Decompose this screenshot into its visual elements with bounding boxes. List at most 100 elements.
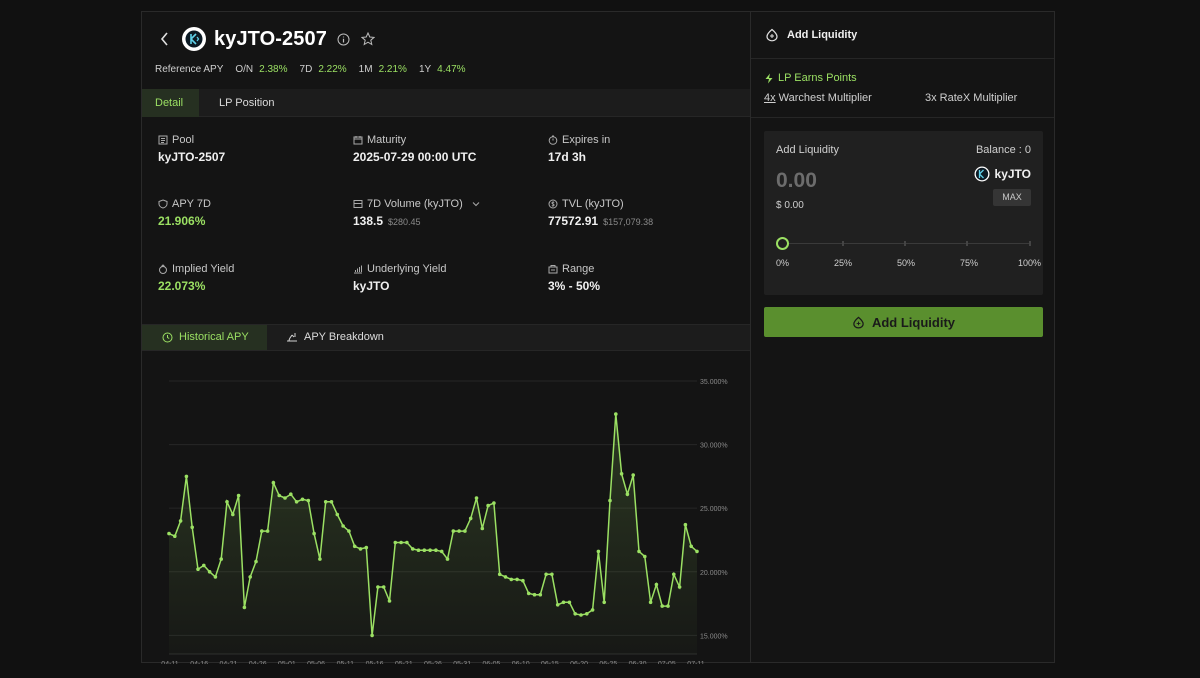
apy-point (422, 548, 427, 552)
apy-point (480, 526, 485, 531)
apy-chart-svg: 35.000% 30.000% 25.000% 20.000% 15.000% 04-11… (161, 379, 728, 668)
x-tick-label: 05-26 (424, 661, 442, 664)
add-liquidity-button[interactable]: Add Liquidity (764, 307, 1043, 337)
apy-point (236, 493, 241, 498)
x-tick-label: 06-30 (629, 661, 647, 664)
max-button[interactable]: MAX (993, 189, 1031, 206)
x-tick-label: 04-11 (161, 661, 178, 664)
y-tick-label: 15.000% (700, 633, 728, 640)
d7-value: 2.22% (318, 64, 347, 75)
apy-point (399, 540, 403, 545)
stat-implied: Implied Yield 22.073% (158, 263, 234, 293)
token-selector: kyJTO (974, 166, 1031, 182)
percent-0[interactable]: 0% (776, 258, 789, 268)
apy-point (289, 492, 293, 496)
apy7d-label: APY 7D (172, 198, 211, 210)
x-tick-label: 06-25 (599, 661, 617, 664)
apy-point (283, 496, 287, 500)
y-tick-label: 30.000% (700, 443, 728, 450)
apy-point (625, 492, 630, 496)
apy-point (318, 557, 322, 561)
apy-point (608, 498, 612, 503)
tab-detail[interactable]: Detail (142, 89, 199, 117)
amount-input[interactable]: 0.00 (776, 169, 817, 193)
apy-point (312, 531, 316, 536)
implied-yield-icon (159, 264, 167, 274)
apy-point (248, 575, 252, 579)
apy-point (300, 497, 305, 502)
apy-point (468, 516, 473, 521)
tab-lp-position[interactable]: LP Position (206, 89, 287, 117)
apy-point (271, 480, 276, 485)
apy-point (184, 474, 189, 479)
lightning-icon (765, 73, 773, 83)
apy-point (567, 600, 572, 605)
implied-label: Implied Yield (172, 263, 235, 275)
apy-point (393, 540, 398, 545)
info-icon[interactable] (337, 32, 351, 46)
warchest-multiplier-value: 4x (764, 92, 776, 104)
apy-point (173, 534, 177, 538)
x-tick-label: 05-11 (337, 661, 354, 664)
apy-point (405, 540, 409, 545)
y1-label: 1Y (418, 64, 432, 75)
apy-point (254, 559, 258, 564)
stat-underlying: Underlying Yield kyJTO (353, 263, 447, 293)
clock-icon (162, 332, 173, 343)
apy-point (219, 557, 223, 561)
pool-icon (158, 135, 168, 145)
apy-point (538, 592, 543, 597)
apy-point (439, 549, 444, 554)
apy-point (637, 549, 641, 554)
back-arrow-icon[interactable] (156, 30, 174, 48)
timer-icon (548, 135, 558, 145)
on-value: 2.38% (259, 64, 288, 75)
apy-point (277, 493, 281, 498)
tvl-label: TVL (kyJTO) (562, 198, 624, 210)
percent-slider[interactable] (776, 234, 1031, 254)
apy-point (306, 498, 311, 503)
apy-point (492, 501, 496, 505)
apy-point (579, 613, 583, 617)
apy-point (242, 605, 247, 610)
main-panel: kyJTO-2507 Reference APY O/N 2.38% 7D 2.… (141, 11, 1055, 668)
percent-75[interactable]: 75% (960, 258, 978, 268)
detail-tabs: Detail LP Position (142, 89, 750, 117)
volume-label: 7D Volume (kyJTO) (367, 198, 463, 210)
apy-point (265, 529, 270, 533)
x-tick-label: 04-21 (219, 661, 237, 664)
apy-point (451, 529, 456, 533)
apy-point (677, 585, 682, 589)
apy-point (672, 572, 676, 577)
liquidity-icon (853, 316, 864, 328)
volume-icon (353, 200, 363, 208)
apy-point (474, 496, 479, 500)
stat-pool: Pool kyJTO-2507 (158, 134, 225, 164)
star-icon[interactable] (360, 32, 375, 46)
x-tick-label: 07-05 (658, 661, 676, 664)
apy-point (381, 585, 386, 589)
percent-25[interactable]: 25% (834, 258, 852, 268)
stat-tvl: TVL (kyJTO) 77572.91 $157,079.38 (548, 198, 653, 228)
apy-point (167, 531, 171, 536)
apy-point (213, 575, 218, 579)
earn-label: LP Earns Points (778, 72, 857, 84)
apy-point (695, 549, 699, 554)
chevron-down-icon[interactable] (471, 199, 481, 209)
apy-point (590, 608, 595, 612)
apy-point (486, 503, 490, 508)
x-tick-label: 06-15 (541, 661, 559, 664)
slider-knob[interactable] (776, 237, 789, 250)
y-tick-label: 25.000% (700, 506, 728, 513)
apy-point (689, 544, 693, 549)
apy-point (648, 600, 653, 605)
apy-point (387, 599, 392, 603)
market-header: kyJTO-2507 (156, 26, 375, 52)
percent-50[interactable]: 50% (897, 258, 915, 268)
percent-100[interactable]: 100% (1018, 258, 1041, 268)
ratex-multiplier: 3x RateX Multiplier (925, 92, 1018, 104)
tab-historical-apy[interactable]: Historical APY (142, 325, 267, 350)
tab-apy-breakdown[interactable]: APY Breakdown (286, 325, 384, 350)
maturity-label: Maturity (367, 134, 407, 146)
apy-point (497, 572, 502, 577)
